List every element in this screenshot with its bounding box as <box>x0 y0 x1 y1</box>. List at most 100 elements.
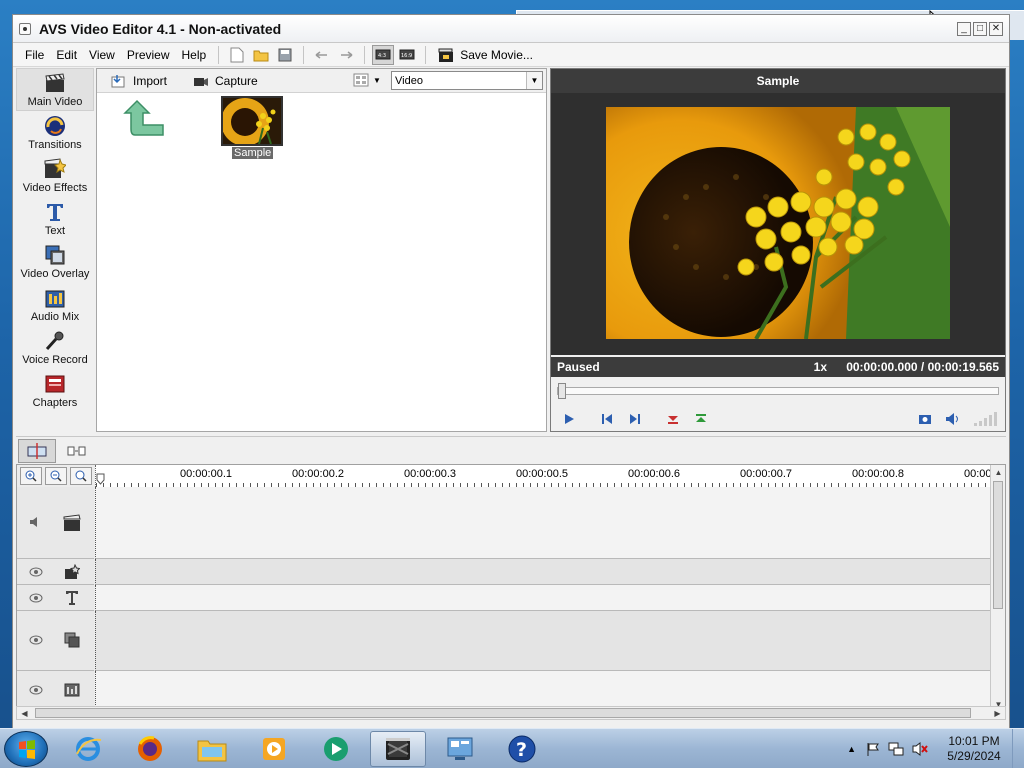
scroll-up-arrow-icon[interactable]: ▲ <box>992 466 1005 478</box>
aspect-4-3-button[interactable]: 4:3 <box>372 44 395 65</box>
timeline-ruler[interactable]: 00:00:00.1 00:00:00.2 00:00:00.3 00:00:0… <box>95 465 991 487</box>
menu-view[interactable]: View <box>83 48 121 62</box>
sidebar-item-text[interactable]: Text <box>16 197 94 240</box>
text-track-icon <box>63 589 81 607</box>
zoom-fit-button[interactable] <box>70 467 92 485</box>
taskbar-green-app[interactable] <box>308 731 364 767</box>
sidebar-item-video-effects[interactable]: Video Effects <box>16 154 94 197</box>
sidebar-item-chapters[interactable]: Chapters <box>16 369 94 412</box>
speaker-mute-icon[interactable] <box>29 517 43 527</box>
save-project-button[interactable] <box>274 45 296 65</box>
title-bar[interactable]: AVS Video Editor 4.1 - Non-activated _ □… <box>13 15 1009 43</box>
chapters-icon <box>44 373 66 395</box>
menu-help[interactable]: Help <box>176 48 213 62</box>
save-movie-button[interactable]: Save Movie... <box>438 47 533 63</box>
sidebar-item-video-overlay[interactable]: Video Overlay <box>16 240 94 283</box>
timeline-mode-button[interactable] <box>18 438 56 463</box>
volume-muted-icon[interactable] <box>912 742 928 756</box>
sidebar-item-audio-mix[interactable]: Audio Mix <box>16 283 94 326</box>
capture-button[interactable]: Capture <box>193 74 258 88</box>
text-track[interactable] <box>95 585 991 611</box>
zoom-in-button[interactable] <box>20 467 42 485</box>
minimize-button[interactable]: _ <box>957 21 971 36</box>
sidebar: Main Video Transitions Video Effects Tex… <box>16 68 94 432</box>
volume-level[interactable] <box>971 411 1001 427</box>
new-project-button[interactable] <box>226 45 248 65</box>
taskbar-help[interactable]: ? <box>494 731 550 767</box>
import-button[interactable]: Import <box>111 74 167 88</box>
next-frame-button[interactable] <box>627 411 643 427</box>
menu-preview[interactable]: Preview <box>121 48 176 62</box>
aspect-16-9-button[interactable]: 16:9 <box>396 45 418 65</box>
media-filter-select[interactable]: Video ▼ <box>391 71 543 90</box>
action-center-flag-icon[interactable] <box>866 742 880 756</box>
network-icon[interactable] <box>888 742 904 756</box>
clock[interactable]: 10:01 PM 5/29/2024 <box>936 734 1012 764</box>
menu-edit[interactable]: Edit <box>50 48 83 62</box>
skip-back-icon <box>602 414 612 424</box>
sunflower-video-frame <box>606 107 950 339</box>
eye-icon[interactable] <box>29 567 43 577</box>
snapshot-button[interactable] <box>917 411 933 427</box>
monitor-4-3-icon: 4:3 <box>375 49 391 59</box>
view-mode-button[interactable]: ▼ <box>353 73 381 87</box>
eye-icon[interactable] <box>29 635 43 645</box>
timeline-view-icon <box>27 442 47 459</box>
audio-track[interactable] <box>95 671 991 711</box>
scroll-right-arrow-icon[interactable]: ▶ <box>991 707 1004 719</box>
ruler-tick-label: 00:00:0 <box>964 468 991 480</box>
vertical-scroll-thumb[interactable] <box>993 481 1003 609</box>
taskbar-file-explorer[interactable] <box>184 731 240 767</box>
timeline-vertical-scrollbar[interactable]: ▲ ▼ <box>990 465 1005 711</box>
up-folder-icon[interactable] <box>123 99 169 139</box>
menu-file[interactable]: File <box>19 48 50 62</box>
volume-button[interactable] <box>945 411 961 427</box>
mark-in-button[interactable] <box>665 411 681 427</box>
main-video-track[interactable] <box>95 487 991 559</box>
taskbar-internet-explorer[interactable] <box>60 731 116 767</box>
close-button[interactable]: ✕ <box>989 21 1003 36</box>
speaker-icon <box>946 413 958 425</box>
preview-video-area[interactable] <box>551 93 1005 355</box>
overlay-track[interactable] <box>95 611 991 671</box>
media-library-toolbar: Import Capture ▼ Video ▼ <box>97 69 546 93</box>
microphone-icon <box>44 330 66 352</box>
taskbar-media-player[interactable] <box>246 731 302 767</box>
media-item-thumbnail[interactable] <box>221 96 283 146</box>
taskbar-control-panel[interactable] <box>432 731 488 767</box>
scroll-left-arrow-icon[interactable]: ◀ <box>18 707 31 719</box>
sidebar-item-label: Audio Mix <box>30 310 80 323</box>
timeline-horizontal-scrollbar[interactable]: ◀ ▶ <box>16 706 1006 720</box>
sidebar-item-main-video[interactable]: Main Video <box>16 68 94 111</box>
show-hidden-icons-icon[interactable]: ▲ <box>847 744 856 754</box>
open-project-button[interactable] <box>250 45 272 65</box>
app-icon[interactable] <box>19 22 31 35</box>
maximize-button[interactable]: □ <box>973 21 987 36</box>
undo-button[interactable] <box>311 45 333 65</box>
seek-handle[interactable] <box>558 383 566 399</box>
media-player-icon <box>263 738 285 760</box>
sidebar-item-label: Video Overlay <box>20 267 90 280</box>
seek-bar[interactable] <box>557 383 999 399</box>
zoom-out-button[interactable] <box>45 467 67 485</box>
previous-frame-button[interactable] <box>599 411 615 427</box>
show-desktop-button[interactable] <box>1012 729 1024 768</box>
sidebar-item-voice-record[interactable]: Voice Record <box>16 326 94 369</box>
media-item-label[interactable]: Sample <box>232 147 274 159</box>
start-button[interactable] <box>4 731 48 767</box>
video-overlay-icon <box>44 244 66 266</box>
effects-track[interactable] <box>95 559 991 585</box>
horizontal-scroll-thumb[interactable] <box>35 708 971 718</box>
eye-icon[interactable] <box>29 593 43 603</box>
sidebar-item-transitions[interactable]: Transitions <box>16 111 94 154</box>
playback-controls <box>551 409 1005 429</box>
taskbar-avs-video-editor[interactable] <box>370 731 426 767</box>
mark-out-button[interactable] <box>693 411 709 427</box>
chevron-down-icon[interactable]: ▼ <box>526 72 542 89</box>
storyboard-mode-button[interactable] <box>58 439 96 463</box>
play-button[interactable] <box>561 411 577 427</box>
taskbar-firefox[interactable] <box>122 731 178 767</box>
eye-icon[interactable] <box>29 685 43 695</box>
redo-button[interactable] <box>335 45 357 65</box>
timeline-toolbar <box>16 436 1006 464</box>
